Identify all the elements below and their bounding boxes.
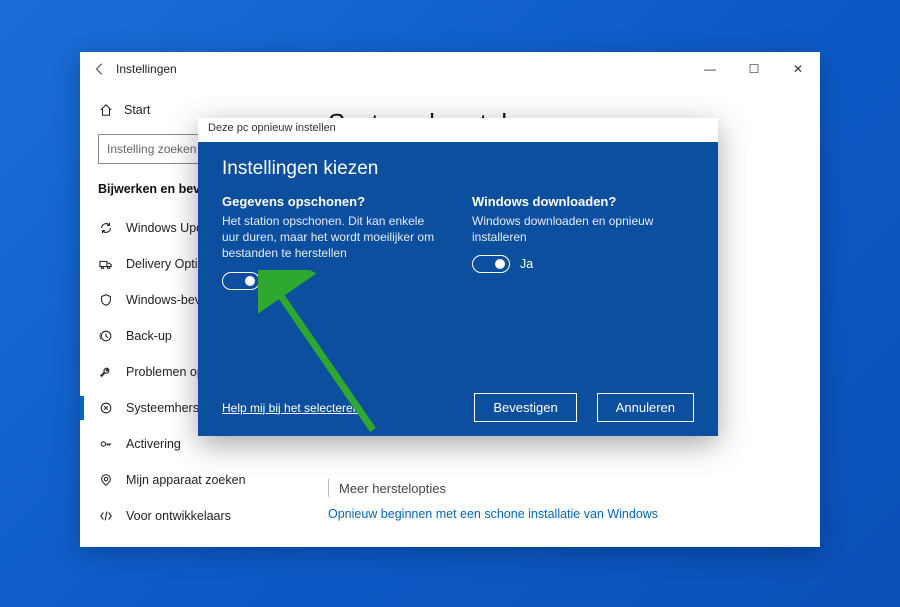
titlebar: Instellingen — ☐ ✕ — [80, 52, 820, 86]
truck-icon — [98, 257, 114, 271]
search-placeholder: Instelling zoeken — [107, 142, 196, 156]
reset-dialog: Deze pc opnieuw instellen Instellingen k… — [198, 118, 718, 436]
confirm-button[interactable]: Bevestigen — [474, 393, 576, 422]
sync-icon — [98, 221, 114, 235]
option-download-title: Windows downloaden? — [472, 194, 694, 209]
sidebar-item-label: Mijn apparaat zoeken — [126, 473, 246, 487]
help-link[interactable]: Help mij bij het selecteren — [222, 401, 359, 415]
minimize-button[interactable]: — — [688, 52, 732, 86]
sidebar-item-find[interactable]: Mijn apparaat zoeken — [80, 462, 300, 498]
wrench-icon — [98, 365, 114, 379]
sidebar-item-label: Activering — [126, 437, 181, 451]
close-button[interactable]: ✕ — [776, 52, 820, 86]
dialog-title: Instellingen kiezen — [222, 158, 694, 180]
toggle-download-label: Ja — [520, 257, 533, 271]
clean-install-link[interactable]: Opnieuw beginnen met een schone installa… — [328, 507, 820, 521]
maximize-button[interactable]: ☐ — [732, 52, 776, 86]
dialog-body: Instellingen kiezen Gegevens opschonen? … — [198, 142, 718, 436]
toggle-clean-data[interactable] — [222, 272, 260, 290]
toggle-clean-label: Ja — [270, 274, 283, 288]
dialog-header: Deze pc opnieuw instellen — [198, 118, 718, 142]
option-download-windows: Windows downloaden? Windows downloaden e… — [472, 194, 694, 290]
sidebar-item-label: Voor ontwikkelaars — [126, 509, 231, 523]
history-icon — [98, 329, 114, 343]
home-label: Start — [124, 103, 150, 117]
window-controls: — ☐ ✕ — [688, 52, 820, 86]
dev-icon — [98, 509, 114, 523]
more-options-row: Meer herstelopties — [328, 479, 820, 497]
back-icon — [93, 62, 107, 76]
window-title: Instellingen — [116, 62, 177, 76]
key-icon — [98, 437, 114, 451]
option-download-desc: Windows downloaden en opnieuw installere… — [472, 213, 692, 245]
home-icon — [98, 103, 114, 117]
option-clean-desc: Het station opschonen. Dit kan enkele uu… — [222, 213, 442, 262]
sidebar-item-label: Back-up — [126, 329, 172, 343]
back-button[interactable] — [88, 62, 112, 76]
more-options-label: Meer herstelopties — [339, 481, 446, 496]
recovery-icon — [98, 401, 114, 415]
option-clean-data: Gegevens opschonen? Het station opschone… — [222, 194, 444, 290]
shield-icon — [98, 293, 114, 307]
sidebar-item-dev[interactable]: Voor ontwikkelaars — [80, 498, 300, 534]
option-clean-title: Gegevens opschonen? — [222, 194, 444, 209]
toggle-download-windows[interactable] — [472, 255, 510, 273]
find-icon — [98, 473, 114, 487]
cancel-button[interactable]: Annuleren — [597, 393, 694, 422]
